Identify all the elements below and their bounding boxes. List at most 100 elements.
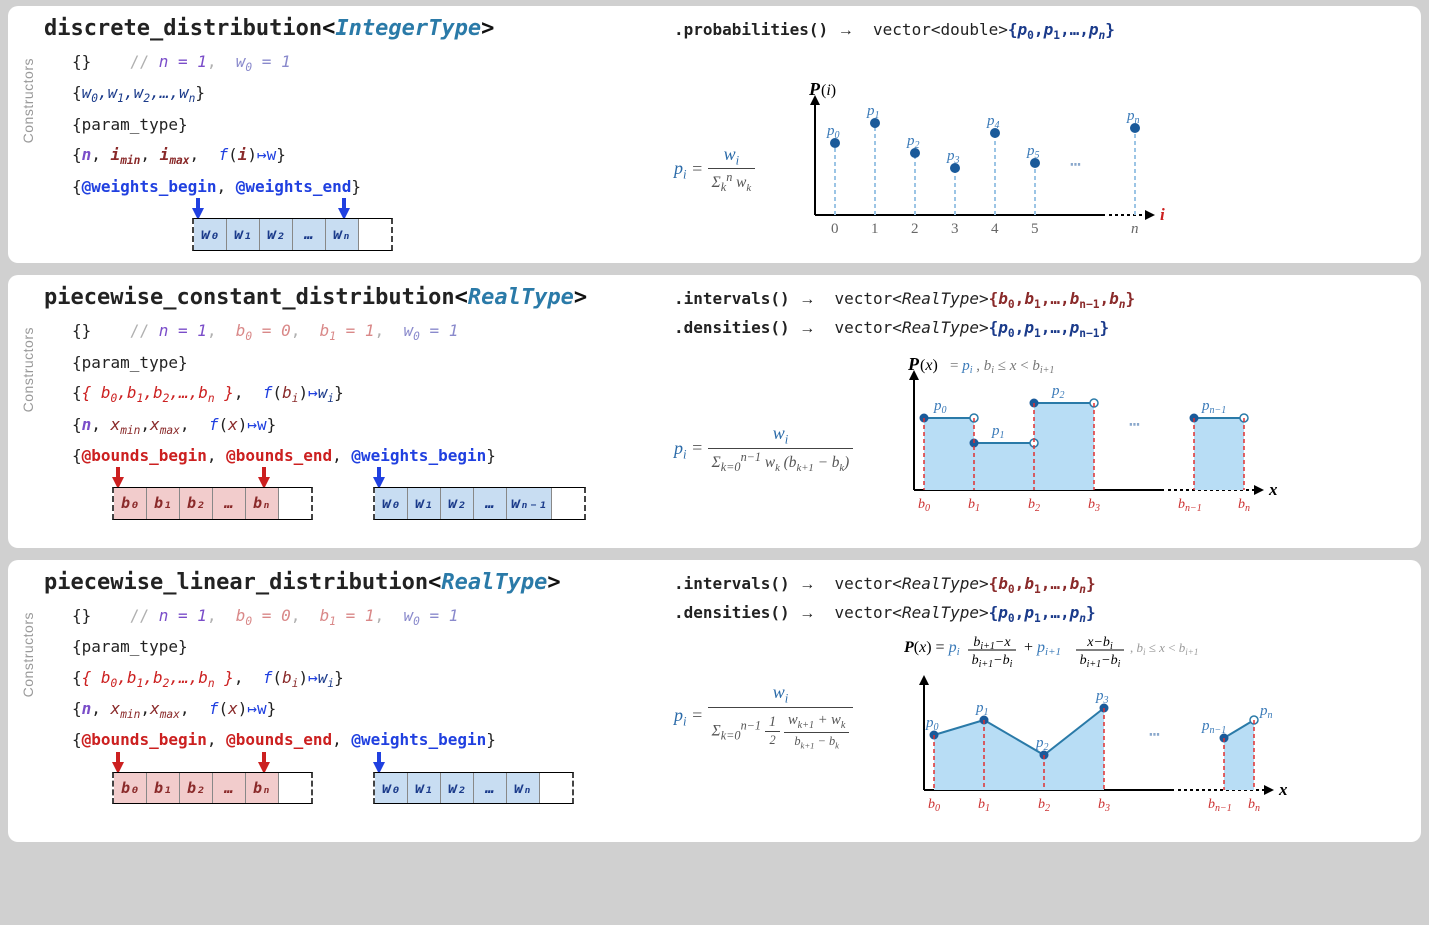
svg-text:(i): (i): [821, 82, 836, 99]
method-name: .densities(): [674, 603, 790, 622]
constructors-list: {} // n = 1, b0 = 0, b1 = 1, w0 = 1 {par…: [72, 601, 644, 805]
left-column: piecewise_linear_distribution<RealType> …: [44, 570, 644, 834]
array-cell-empty: [540, 773, 572, 804]
svg-text:b0: b0: [918, 497, 930, 514]
ctor-weights-list: {w0,w1,w2,…,wn}: [72, 78, 644, 109]
array-cell: w₂: [441, 773, 474, 804]
array-cell: w₁: [408, 773, 441, 804]
array-cell: b₀: [114, 488, 147, 519]
arrow-icon: →: [799, 605, 815, 622]
svg-text:p2: p2: [1035, 735, 1049, 753]
right-column: .intervals() → vector<RealType>{b0,b1,…,…: [644, 285, 1405, 539]
svg-text:bi+1−bi: bi+1−bi: [1080, 653, 1121, 670]
left-column: discrete_distribution<IntegerType> {} //…: [44, 16, 644, 255]
svg-text:1: 1: [871, 221, 879, 237]
weights-begin: @weights_begin: [82, 177, 217, 196]
arrow-down-icon: [258, 752, 270, 772]
svg-text:n: n: [1131, 221, 1139, 237]
method-name: .intervals(): [674, 574, 790, 593]
array-cell: bₙ: [246, 773, 279, 804]
svg-text:p1: p1: [991, 423, 1005, 441]
method-densities: .densities() → vector<RealType>{p0,p1,…,…: [674, 599, 1405, 628]
array-cell: w₂: [260, 219, 293, 250]
title-template-param: IntegerType: [335, 16, 481, 41]
formula-chart-row: pi = wiΣk=0n−1 12 wk+1 + wkbk+1 − bk P(x…: [674, 634, 1405, 834]
array-cell: w₂: [441, 488, 474, 519]
svg-text:P(x) = pi: P(x) = pi: [903, 639, 960, 658]
svg-text:0: 0: [831, 221, 839, 237]
arrow-down-icon: [373, 467, 385, 487]
title-main: discrete_distribution: [44, 16, 322, 41]
array-cell: b₁: [147, 488, 180, 519]
right-column: .probabilities() → vector<double>{p0,p1,…: [644, 16, 1405, 255]
svg-text:= pi , bi ≤ x < bi+1: = pi , bi ≤ x < bi+1: [950, 358, 1054, 376]
arrow-icon: →: [799, 291, 815, 308]
array-diagram: b₀b₁b₂…bₙ w₀w₁w₂…wₙ: [112, 752, 644, 805]
svg-text:p5: p5: [1026, 143, 1040, 161]
ctor-empty: {} // n = 1, b0 = 0, b1 = 1, w0 = 1: [72, 316, 644, 347]
svg-text:i: i: [1160, 205, 1165, 224]
svg-text:x: x: [1268, 480, 1278, 499]
method-probabilities: .probabilities() → vector<double>{p0,p1,…: [674, 16, 1405, 45]
constructors-list: {} // n = 1, b0 = 0, b1 = 1, w0 = 1 {par…: [72, 316, 644, 520]
array-cell-empty: [359, 219, 391, 250]
array-cell: …: [213, 773, 246, 804]
array-cell: …: [474, 773, 507, 804]
svg-text:3: 3: [951, 221, 959, 237]
card-title: discrete_distribution<IntegerType>: [44, 16, 644, 41]
svg-text:, bi ≤ x < bi+1: , bi ≤ x < bi+1: [1130, 640, 1198, 657]
array-cell: w₁: [408, 488, 441, 519]
bounds-begin: @bounds_begin: [82, 730, 207, 749]
method-intervals: .intervals() → vector<RealType>{b0,b1,…,…: [674, 285, 1405, 314]
ctor-empty: {} // n = 1, w0 = 1: [72, 47, 644, 78]
formula-pi: pi = wiΣkn wk: [674, 144, 755, 197]
svg-text:b2: b2: [1028, 497, 1040, 514]
ctor-bounds-func: {{ b0,b1,b2,…,bn }, f(bi)↦wi}: [72, 378, 644, 409]
array-cell: w₀: [194, 219, 227, 250]
array-diagram: w₀ w₁ w₂ … wₙ: [192, 198, 644, 251]
method-densities: .densities() → vector<RealType>{p0,p1,…,…: [674, 314, 1405, 343]
weights-end: @weights_end: [236, 177, 352, 196]
chart-lollipop: P(i) i ⋯ p0p1p2p3p4p5: [785, 85, 1165, 255]
svg-text:+ pi+1: + pi+1: [1024, 639, 1061, 658]
svg-text:2: 2: [911, 221, 919, 237]
method-name: .intervals(): [674, 289, 790, 308]
ctor-empty: {} // n = 1, b0 = 0, b1 = 1, w0 = 1: [72, 601, 644, 632]
weights-begin: @weights_begin: [351, 446, 486, 465]
array-cell: wₙ: [507, 773, 540, 804]
arrow-down-icon: [112, 467, 124, 487]
svg-text:bn: bn: [1248, 797, 1260, 814]
title-template-param: RealType: [441, 570, 547, 595]
array-cell: wₙ₋₁: [507, 488, 552, 519]
array-cell: …: [474, 488, 507, 519]
array-cell: …: [213, 488, 246, 519]
ctor-func: {n, imin, imax, f(i)↦w}: [72, 140, 644, 171]
weights-begin: @weights_begin: [351, 730, 486, 749]
method-name: .densities(): [674, 318, 790, 337]
ctor-param: {param_type}: [72, 632, 644, 662]
ctor-param: {param_type}: [72, 110, 644, 140]
ctor-nxx: {n, xmin,xmax, f(x)↦w}: [72, 410, 644, 441]
svg-text:p2: p2: [906, 133, 920, 151]
svg-text:p1: p1: [866, 103, 880, 121]
bounds-array: b₀b₁b₂…bₙ: [112, 772, 313, 805]
svg-text:bn−1: bn−1: [1208, 797, 1232, 814]
ctor-param: {param_type}: [72, 348, 644, 378]
arrow-down-icon: [373, 752, 385, 772]
method-intervals: .intervals() → vector<RealType>{b0,b1,…,…: [674, 570, 1405, 599]
svg-text:pn: pn: [1259, 703, 1273, 721]
arrow-icon: →: [799, 576, 815, 593]
array-cell: w₁: [227, 219, 260, 250]
array-cell-empty: [552, 488, 584, 519]
arrow-icon: →: [799, 320, 815, 337]
arrow-down-icon: [258, 467, 270, 487]
array-cell: bₙ: [246, 488, 279, 519]
svg-text:b1: b1: [968, 497, 980, 514]
formula-pi: pi = wiΣk=0n−1 wk (bk+1 − bk): [674, 423, 854, 476]
ctor-nxx: {n, xmin,xmax, f(x)↦w}: [72, 694, 644, 725]
chart-linear: P(x) = pi bi+1−xbi+1−bi + pi+1 x−bibi+1−…: [894, 634, 1354, 834]
svg-text:(x): (x): [920, 357, 938, 374]
arrow-down-icon: [338, 198, 350, 218]
array-cell: …: [293, 219, 326, 250]
formula-chart-row: pi = wiΣk=0n−1 wk (bk+1 − bk) P(x) = pi …: [674, 360, 1405, 540]
